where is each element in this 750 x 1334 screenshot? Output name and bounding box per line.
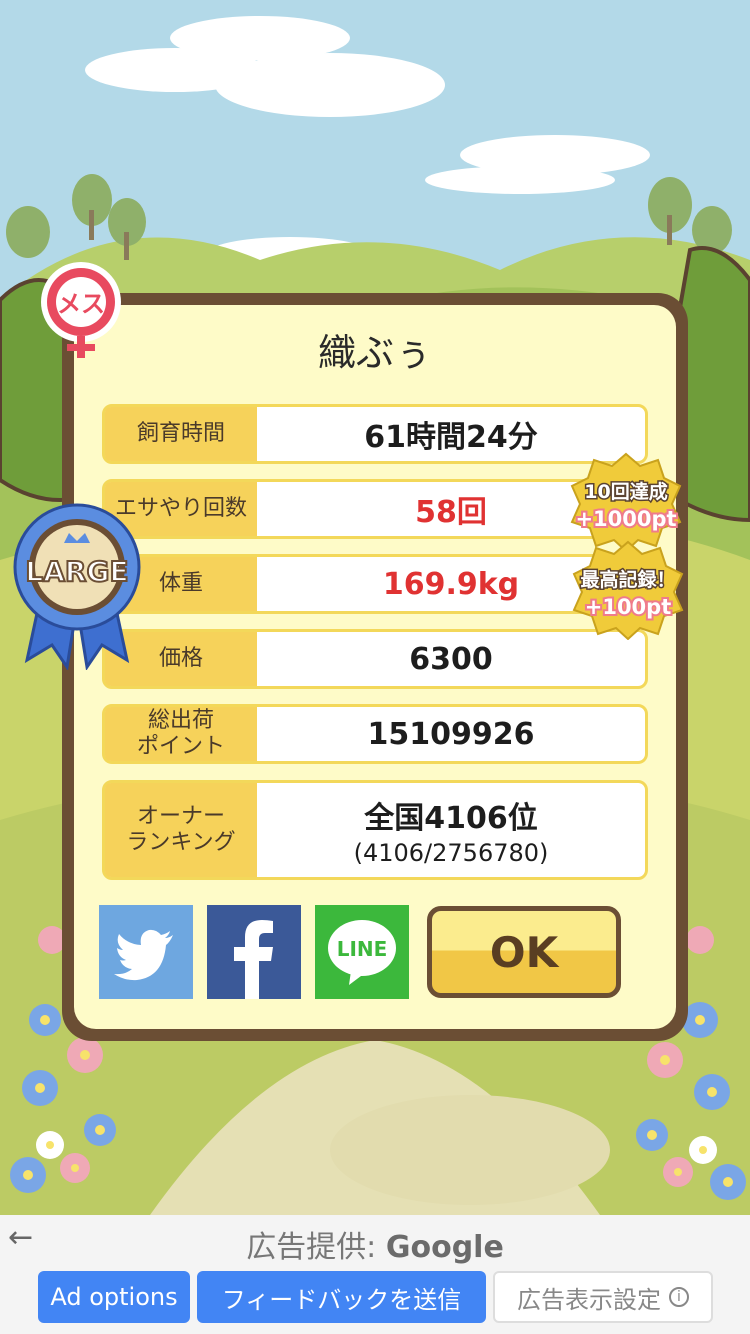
ad-provider-brand: Google: [385, 1230, 504, 1265]
bonus-title: 最高記録！: [580, 568, 675, 591]
bonus-stamp-weight-record: 最高記録！ +100pt: [572, 540, 684, 640]
facebook-icon: [234, 920, 273, 999]
pet-name: 織ぶぅ: [317, 331, 432, 375]
line-icon: LINE: [328, 920, 396, 985]
bonus-stamp-feeding: 10回達成 +1000pt: [570, 452, 682, 552]
ad-options-button[interactable]: Ad options: [38, 1271, 190, 1323]
gender-badge-label: メス: [57, 290, 105, 318]
size-ribbon-label: LARGE: [25, 555, 128, 588]
stat-label: 飼育時間: [105, 407, 257, 461]
ad-settings-button[interactable]: 広告表示設定 i: [493, 1271, 713, 1323]
ad-provider-prefix: 広告提供:: [246, 1230, 386, 1265]
ranking-rank: 全国4106位: [364, 801, 538, 836]
stat-value: 15109926: [367, 716, 535, 752]
stat-row-price: 価格 6300: [102, 629, 648, 689]
stat-row-breeding-time: 飼育時間 61時間24分: [102, 404, 648, 464]
bonus-title: 10回達成: [584, 480, 667, 503]
large-ribbon-icon: LARGE: [13, 503, 141, 670]
ad-provider-label: 広告提供: Google: [0, 1222, 750, 1266]
line-share-button[interactable]: LINE: [315, 905, 409, 999]
stat-row-feeding-count: エサやり回数 58回: [102, 479, 648, 539]
ranking-value: 全国4106位 (4106/2756780): [257, 783, 645, 877]
twitter-icon: [114, 929, 173, 981]
stat-row-weight: 体重 169.9kg: [102, 554, 648, 614]
ok-button[interactable]: OK: [427, 906, 621, 998]
stat-row-total-points: 総出荷 ポイント 15109926: [102, 704, 648, 764]
twitter-share-button[interactable]: [99, 905, 193, 999]
bonus-points: +100pt: [585, 595, 672, 619]
stat-label: 総出荷 ポイント: [105, 707, 257, 761]
stat-row-owner-ranking: オーナー ランキング 全国4106位 (4106/2756780): [102, 780, 648, 880]
send-feedback-button[interactable]: フィードバックを送信: [197, 1271, 486, 1323]
stat-value: 6300: [409, 641, 493, 677]
ad-settings-label: 広告表示設定: [517, 1285, 661, 1314]
line-label: LINE: [337, 937, 388, 961]
facebook-share-button[interactable]: [207, 905, 301, 999]
stat-label: オーナー ランキング: [105, 783, 257, 877]
info-icon: i: [669, 1287, 689, 1307]
bonus-points: +1000pt: [575, 507, 676, 531]
ranking-detail: (4106/2756780): [353, 839, 549, 867]
